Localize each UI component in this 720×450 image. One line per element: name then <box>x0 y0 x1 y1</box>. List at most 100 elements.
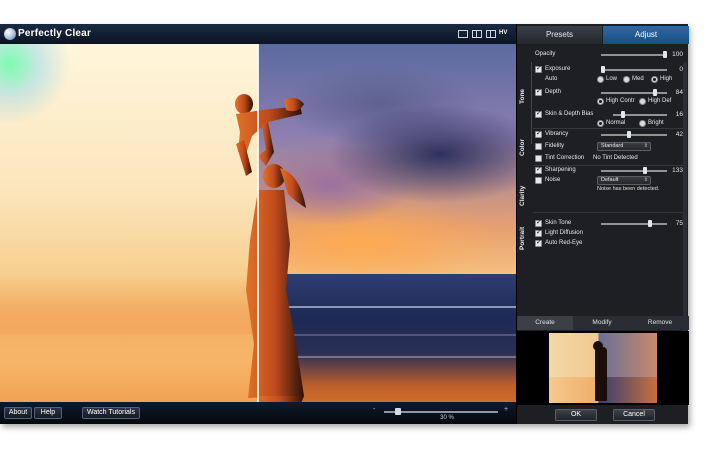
auto-low-radio[interactable] <box>597 76 604 83</box>
skin-depth-bias-value: 16 <box>675 111 683 118</box>
normal-label: Normal <box>606 120 626 126</box>
sharpening-label: Sharpening <box>545 167 576 173</box>
skin-depth-bias-slider-thumb[interactable] <box>621 111 625 118</box>
tab-adjust[interactable]: Adjust <box>603 26 689 44</box>
tint-correction-label: Tint Correction <box>545 155 585 161</box>
high-def-label: High Def <box>648 98 672 104</box>
noise-select-value: Default <box>601 177 619 183</box>
section-separator <box>533 212 683 213</box>
sharpening-slider-thumb[interactable] <box>642 167 647 174</box>
preview-area <box>517 331 689 405</box>
auto-red-eye-row: Auto Red-Eye <box>517 238 689 249</box>
tint-correction-checkbox[interactable] <box>535 155 542 162</box>
zoom-in-icon[interactable]: + <box>504 406 508 413</box>
fidelity-label: Fidelity <box>545 143 565 149</box>
preview-thumbnail <box>549 333 657 403</box>
auto-label: Auto <box>545 76 558 82</box>
auto-red-eye-checkbox[interactable] <box>535 238 542 247</box>
vibrancy-label: Vibrancy <box>545 131 569 137</box>
fidelity-select-value: Standard <box>601 143 624 149</box>
exposure-slider[interactable] <box>601 69 667 71</box>
auto-high-radio[interactable] <box>651 76 658 83</box>
skin-tone-slider[interactable] <box>601 223 667 225</box>
tab-presets[interactable]: Presets <box>517 26 602 44</box>
auto-med-radio[interactable] <box>623 76 630 83</box>
opacity-slider-thumb[interactable] <box>663 51 667 58</box>
exposure-label: Exposure <box>545 66 571 72</box>
sharpening-row: Sharpening 133 <box>517 165 689 176</box>
photo-canvas[interactable] <box>0 44 516 418</box>
about-button[interactable]: About <box>4 407 32 419</box>
high-contr-radio[interactable] <box>597 98 604 105</box>
skin-tone-value: 75 <box>675 220 683 227</box>
select-arrows-icon: ⇕ <box>643 177 648 183</box>
fidelity-row: Fidelity Standard ⇕ <box>517 142 689 152</box>
zoom-slider-thumb[interactable] <box>394 408 401 415</box>
watch-tutorials-button[interactable]: Watch Tutorials <box>82 407 140 419</box>
section-separator <box>533 128 683 129</box>
remove-preset-tab[interactable]: Remove <box>631 316 689 330</box>
modify-preset-tab[interactable]: Modify <box>574 316 630 330</box>
side-by-side-view-icon[interactable] <box>486 30 496 38</box>
light-diffusion-label: Light Diffusion <box>545 230 583 236</box>
ok-button[interactable]: OK <box>555 409 597 421</box>
preset-actions-bar: Create Modify Remove <box>517 316 689 330</box>
light-diffusion-checkbox[interactable] <box>535 228 542 237</box>
sharpening-value: 133 <box>672 167 683 174</box>
hv-toggle-button[interactable]: HV <box>499 30 507 36</box>
tint-status-text: No Tint Detected <box>593 155 638 161</box>
high-def-radio[interactable] <box>639 98 646 105</box>
zoom-value: 30 % <box>440 415 454 421</box>
skin-tone-slider-thumb[interactable] <box>647 220 652 227</box>
skin-tone-label: Skin Tone <box>545 220 572 226</box>
exposure-checkbox[interactable] <box>535 64 542 73</box>
high-contr-label: High Contr <box>606 98 635 104</box>
noise-checkbox[interactable] <box>535 177 542 184</box>
clarity-section-label: Clarity <box>519 185 526 206</box>
skin-depth-bias-checkbox[interactable] <box>535 109 542 118</box>
vibrancy-row: Vibrancy 42 <box>517 129 689 140</box>
opacity-label: Opacity <box>535 51 556 57</box>
depth-label: Depth <box>545 89 562 95</box>
light-diffusion-row: Light Diffusion <box>517 228 689 239</box>
before-after-divider[interactable] <box>257 44 259 418</box>
normal-radio[interactable] <box>597 120 604 127</box>
vibrancy-slider-thumb[interactable] <box>627 131 632 138</box>
depth-slider[interactable] <box>601 92 667 94</box>
single-view-icon[interactable] <box>458 30 468 38</box>
depth-checkbox[interactable] <box>535 87 542 96</box>
vibrancy-slider[interactable] <box>601 134 667 136</box>
exposure-value: 0 <box>679 66 683 73</box>
depth-slider-thumb[interactable] <box>653 89 658 96</box>
bright-radio[interactable] <box>639 120 646 127</box>
cancel-button[interactable]: Cancel <box>613 409 655 421</box>
skin-tone-checkbox[interactable] <box>535 218 542 227</box>
title-bar: Perfectly Clear HV <box>0 24 516 44</box>
sharpening-checkbox[interactable] <box>535 165 542 174</box>
exposure-row: Exposure 0 <box>517 64 689 75</box>
vibrancy-checkbox[interactable] <box>535 129 542 138</box>
select-arrows-icon: ⇕ <box>643 143 648 149</box>
fidelity-checkbox[interactable] <box>535 143 542 150</box>
vibrancy-value: 42 <box>675 131 683 138</box>
app-logo-icon <box>4 28 16 40</box>
zoom-slider[interactable] <box>384 411 498 413</box>
noise-row: Noise Default ⇕ <box>517 176 689 186</box>
create-preset-tab[interactable]: Create <box>517 316 573 330</box>
exposure-slider-thumb[interactable] <box>601 66 605 73</box>
help-button[interactable]: Help <box>34 407 62 419</box>
perfectly-clear-window: Perfectly Clear HV About Help Watch Tuto… <box>0 24 689 424</box>
bright-label: Bright <box>648 120 664 126</box>
noise-select[interactable]: Default ⇕ <box>597 176 651 185</box>
fidelity-select[interactable]: Standard ⇕ <box>597 142 651 151</box>
zoom-out-icon[interactable]: - <box>373 406 375 413</box>
split-view-icon[interactable] <box>472 30 482 38</box>
opacity-slider[interactable] <box>601 54 667 56</box>
adjust-panel: Presets Adjust Opacity 100 Tone Exposure… <box>516 24 689 424</box>
panel-tabs: Presets Adjust <box>517 26 689 44</box>
skin-tone-row: Skin Tone 75 <box>517 218 689 229</box>
auto-med-label: Med <box>632 76 644 82</box>
auto-row: Auto Low Med High <box>517 75 689 85</box>
auto-low-label: Low <box>606 76 618 82</box>
sharpening-slider[interactable] <box>601 170 667 172</box>
